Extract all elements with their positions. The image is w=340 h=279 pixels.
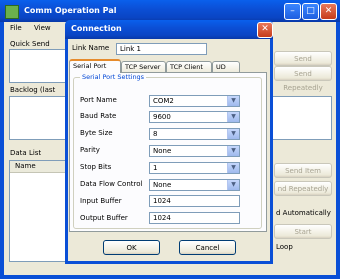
dialog-title-bar[interactable]: Connection ✕ bbox=[65, 20, 273, 39]
ok-button[interactable]: OK bbox=[103, 240, 160, 255]
chevron-down-icon[interactable]: ▼ bbox=[227, 129, 239, 139]
menu-view[interactable]: View bbox=[34, 24, 51, 32]
link-name-label: Link Name bbox=[72, 44, 110, 52]
baud-rate-value: 9600 bbox=[153, 113, 171, 121]
tab-serial-port[interactable]: Serial Port bbox=[69, 59, 121, 73]
parity-value: None bbox=[153, 147, 172, 155]
link-name-value: Link 1 bbox=[120, 45, 142, 53]
link-name-input[interactable]: Link 1 bbox=[116, 43, 207, 55]
close-button[interactable]: ✕ bbox=[320, 3, 337, 20]
data-flow-control-label: Data Flow Control bbox=[80, 180, 143, 188]
send-button[interactable]: Send bbox=[274, 51, 332, 66]
dialog-close-icon[interactable]: ✕ bbox=[257, 22, 273, 38]
send-item-button[interactable]: Send Item bbox=[274, 163, 332, 178]
dialog-title: Connection bbox=[71, 24, 122, 33]
list-header[interactable]: Name bbox=[10, 161, 68, 173]
quick-send-label: Quick Send bbox=[10, 40, 50, 48]
chevron-down-icon[interactable]: ▼ bbox=[227, 96, 239, 106]
auto-label: d Automatically bbox=[276, 209, 331, 217]
port-name-value: COM2 bbox=[153, 97, 174, 105]
port-name-select[interactable]: COM2 ▼ bbox=[149, 95, 240, 107]
parity-label: Parity bbox=[80, 146, 100, 154]
window-frame bbox=[336, 22, 340, 279]
baud-rate-select[interactable]: 9600 ▼ bbox=[149, 111, 240, 123]
byte-size-value: 8 bbox=[153, 130, 158, 138]
parity-select[interactable]: None ▼ bbox=[149, 145, 240, 157]
chevron-down-icon[interactable]: ▼ bbox=[227, 180, 239, 190]
input-buffer-label: Input Buffer bbox=[80, 197, 122, 205]
input-buffer-value: 1024 bbox=[153, 197, 171, 205]
stop-bits-label: Stop Bits bbox=[80, 163, 112, 171]
data-list[interactable]: Name bbox=[9, 160, 71, 262]
app-icon bbox=[5, 5, 19, 19]
quick-send-input[interactable] bbox=[9, 49, 71, 83]
output-buffer-label: Output Buffer bbox=[80, 214, 128, 222]
data-list-label: Data List bbox=[10, 149, 42, 157]
window-frame bbox=[0, 275, 340, 279]
chevron-down-icon[interactable]: ▼ bbox=[227, 112, 239, 122]
send-item-repeatedly-button[interactable]: nd Repeatedly bbox=[274, 181, 332, 196]
data-flow-control-select[interactable]: None ▼ bbox=[149, 179, 240, 191]
cancel-button[interactable]: Cancel bbox=[179, 240, 236, 255]
stop-bits-select[interactable]: 1 ▼ bbox=[149, 162, 240, 174]
byte-size-label: Byte Size bbox=[80, 129, 113, 137]
stop-bits-value: 1 bbox=[153, 164, 158, 172]
input-buffer-input[interactable]: 1024 bbox=[149, 195, 240, 207]
window-frame bbox=[0, 22, 4, 279]
backlog-label: Backlog (last bbox=[10, 86, 56, 94]
main-title-bar[interactable]: Comm Operation Pal – □ ✕ bbox=[0, 0, 340, 22]
loop-label: Loop bbox=[276, 243, 293, 251]
start-button[interactable]: Start bbox=[274, 224, 332, 239]
byte-size-select[interactable]: 8 ▼ bbox=[149, 128, 240, 140]
backlog-text[interactable] bbox=[9, 96, 71, 140]
group-label: Serial Port Settings bbox=[80, 73, 147, 81]
main-window-title: Comm Operation Pal bbox=[24, 6, 117, 15]
data-flow-control-value: None bbox=[153, 181, 172, 189]
chevron-down-icon[interactable]: ▼ bbox=[227, 163, 239, 173]
output-buffer-input[interactable]: 1024 bbox=[149, 212, 240, 224]
menu-file[interactable]: File bbox=[10, 24, 22, 32]
list-header-name: Name bbox=[15, 162, 36, 170]
port-name-label: Port Name bbox=[80, 96, 117, 104]
send-repeatedly-button[interactable]: Send Repeatedly bbox=[274, 66, 332, 92]
baud-rate-label: Baud Rate bbox=[80, 112, 117, 120]
backlog-text-right[interactable] bbox=[272, 96, 332, 140]
minimize-button[interactable]: – bbox=[284, 3, 301, 20]
maximize-button[interactable]: □ bbox=[302, 3, 319, 20]
output-buffer-value: 1024 bbox=[153, 214, 171, 222]
chevron-down-icon[interactable]: ▼ bbox=[227, 146, 239, 156]
